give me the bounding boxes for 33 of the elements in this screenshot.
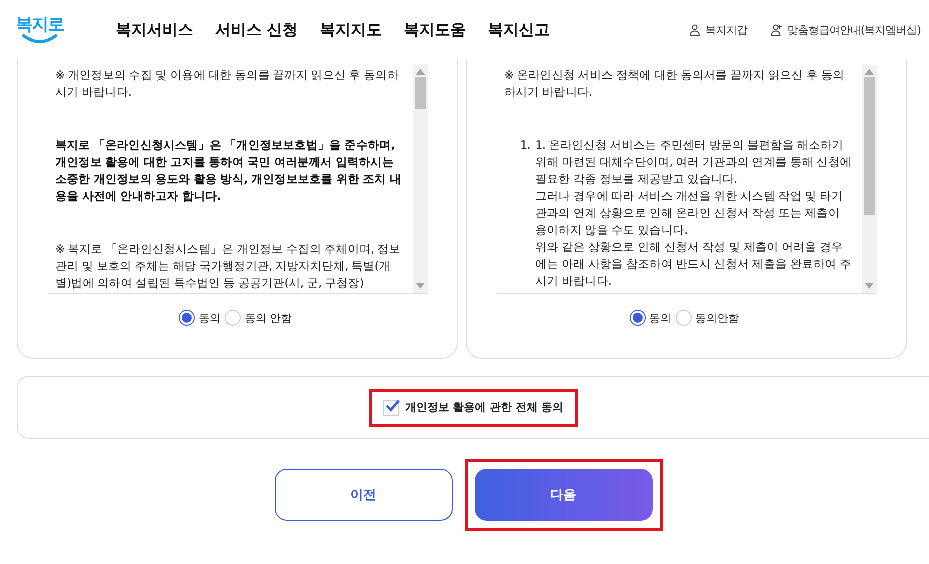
nav-item[interactable]: 복지지도 (320, 20, 382, 40)
nav-item[interactable]: 복지도움 (404, 20, 466, 40)
radio-option[interactable]: 동의 안함 (224, 310, 292, 326)
agree-all-checkbox[interactable]: 개인정보 활용에 관한 전체 동의 (372, 392, 575, 424)
scrollbar-thumb[interactable] (414, 77, 426, 109)
agreement-paragraph: 위와 같은 상황으로 인해 신청서 작성 및 제출이 어려울 경우에는 아래 사항을 참조하여 반드시 신청서 제출을 완료하여 주시기 바랍니다. (536, 239, 853, 290)
radio-option[interactable]: 동의 (178, 310, 221, 326)
scrollbar[interactable] (862, 65, 876, 293)
list-number: 1. (519, 137, 532, 154)
agreement-notice: ※ 개인정보의 수집 및 이용에 대한 동의를 끝까지 읽으신 후 동의하시기 바랍니다. (56, 67, 400, 101)
scroll-down-icon[interactable] (416, 283, 424, 289)
agreement-paragraph: 그러나 경우에 따라 서비스 개선을 위한 시스템 작업 및 타기관과의 연계 상황으로 인해 온라인 신청서 작성 또는 제출이 용이하지 않을 수도 있습니다. (536, 188, 844, 239)
radio-option[interactable]: 동의안함 (676, 310, 740, 326)
header-link[interactable]: 맞춤형급여안내(복지멤버십) (771, 22, 921, 38)
agreement-notice: ※ 온라인신청 서비스 정책에 대한 동의서를 끝까지 읽으신 후 동의하시기 바랍니다. (504, 67, 846, 101)
radio-option[interactable]: 동의 (630, 310, 672, 326)
scroll-up-icon[interactable] (416, 69, 424, 75)
nav-item[interactable]: 복지서비스 (116, 20, 194, 40)
agreement-paragraph: 1. 온라인신청 서비스는 주민센터 방문의 불편함을 해소하기 위해 마련된 대체수단이며, 여러 기관과의 연계를 통해 신청에 필요한 각종 정보를 제공받고 있습니다. (536, 137, 853, 188)
check-icon (385, 398, 402, 414)
next-button[interactable]: 다음 (474, 469, 652, 521)
scrollbar-thumb[interactable] (864, 77, 874, 215)
scroll-down-icon[interactable] (864, 283, 874, 289)
previous-button[interactable]: 이전 (274, 469, 452, 521)
person-add-icon (771, 24, 784, 36)
person-icon (689, 24, 702, 36)
nav-item[interactable]: 서비스 신청 (216, 20, 298, 40)
scroll-up-icon[interactable] (864, 69, 874, 75)
agreement-paragraph: 복지로 「온라인신청시스템」은 「개인정보보호법」을 준수하며, 개인정보 활용에 대한 고지를 통하여 국민 여러분께서 입력하시는 소중한 개인정보의 용도와 활용 방식, 개인정보보호를 위한 조치 내용을 사전에 안내하고자 합니다. (56, 137, 402, 205)
scrollbar[interactable] (412, 65, 428, 293)
nav-item[interactable]: 복지신고 (488, 20, 550, 40)
agreement-paragraph: ※ 복지로 「온라인신청시스템」은 개인정보 수집의 주체이며, 정보 관리 및 보호의 주체는 해당 국가행정기관, 지방자치단체, 특별(개별)법에 의하여 설립된 특수법인 등 공공기관(시, 군, 구청장) (56, 241, 402, 292)
header-link[interactable]: 복지지갑 (689, 22, 748, 38)
